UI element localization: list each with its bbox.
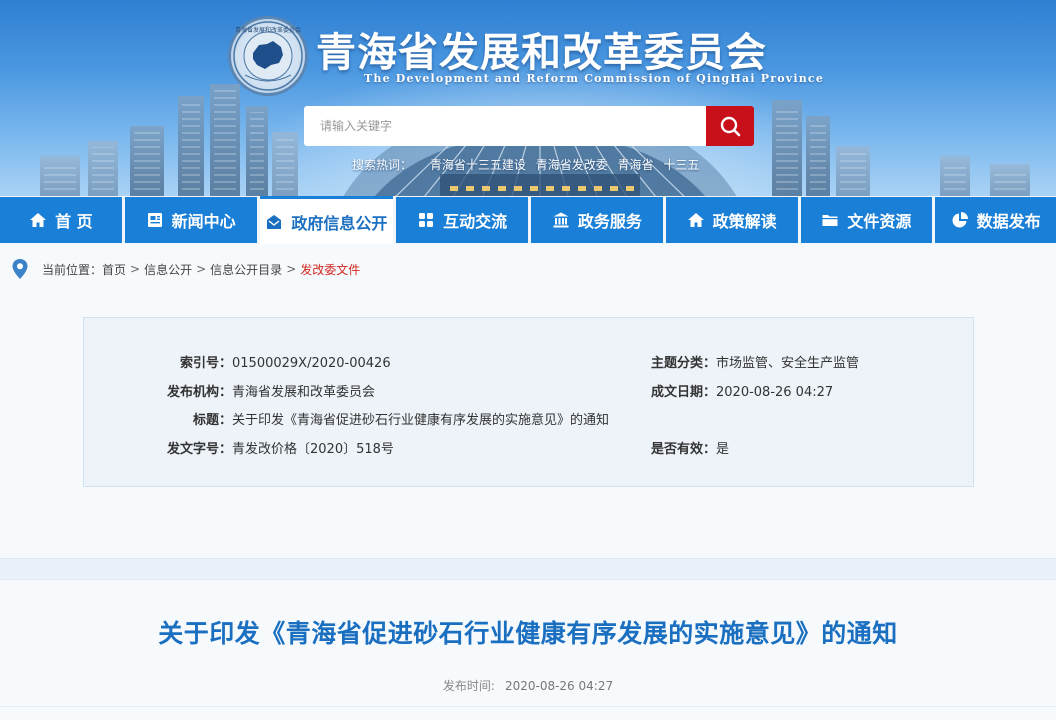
pie-chart-icon [951,211,969,229]
info-key: 发布机构： [166,385,232,400]
bank-icon [552,211,570,229]
breadcrumb-link-catalog[interactable]: 信息公开目录 [210,261,282,278]
info-date: 成文日期：2020-08-26 04:27 [626,381,833,400]
nav-item-label: 政务服务 [577,212,642,231]
search-input[interactable] [304,106,706,146]
folder-icon [821,211,839,229]
nav-item-gov-info[interactable]: 政府信息公开 [259,196,394,244]
nav-item-interaction[interactable]: 互动交流 [396,197,528,243]
nav-item-services[interactable]: 政务服务 [531,197,663,243]
main-nav: 首 页 新闻中心 政府信息公开 互动交流 政务服务 政策解读 文件资源 数据发布 [0,196,1056,244]
hotword-link[interactable]: 青海省十三五建设 [430,158,526,172]
document-info-panel: 索引号：01500029X/2020-00426 主题分类：市场监管、安全生产监… [83,317,974,487]
info-index-no: 索引号：01500029X/2020-00426 [128,352,391,371]
home-icon [29,211,47,229]
info-key: 发文字号： [166,442,232,457]
article-title: 关于印发《青海省促进砂石行业健康有序发展的实施意见》的通知 [158,619,898,648]
info-key: 是否有效： [650,442,716,457]
building [272,132,298,196]
info-value: 01500029X/2020-00426 [232,356,391,371]
nav-item-label: 政府信息公开 [291,213,388,233]
building [836,146,870,196]
info-key: 主题分类： [650,356,716,371]
breadcrumb-separator: > [286,262,297,276]
breadcrumb-link-home[interactable]: 首页 [102,261,126,278]
breadcrumb-separator: > [196,262,207,276]
building [130,126,164,196]
info-title: 标题：关于印发《青海省促进砂石行业健康有序发展的实施意见》的通知 [128,409,609,428]
site-header: 青海省发展和改革委员会 青海省发展和改革委员会 The Development … [0,0,1056,196]
search-icon [720,116,741,137]
building [806,116,830,196]
breadcrumb-current[interactable]: 发改委文件 [300,261,360,278]
breadcrumb-separator: > [130,262,141,276]
nav-item-home[interactable]: 首 页 [0,197,122,243]
logo-ring-text: 青海省发展和改革委员会 [235,26,301,34]
grid-icon [417,211,435,229]
info-doc-no: 发文字号：青发改价格〔2020〕518号 [128,438,394,457]
publish-time: 2020-08-26 04:27 [504,679,614,693]
info-value: 2020-08-26 04:27 [716,385,834,400]
emblem-icon: 青海省发展和改革委员会 [233,21,303,91]
section-divider [0,558,1056,580]
info-value: 青海省发展和改革委员会 [232,385,376,400]
building [210,84,240,196]
hotword-link[interactable]: 十三五 [663,158,699,172]
info-topic: 主题分类：市场监管、安全生产监管 [626,352,859,371]
info-value: 青发改价格〔2020〕518号 [232,442,394,457]
hotwords-label: 搜索热词： [352,158,413,172]
building [940,156,970,196]
hotword-link[interactable]: 青海省发改委 [536,158,608,172]
nav-item-files[interactable]: 文件资源 [800,197,933,243]
nav-item-label: 首 页 [55,212,93,231]
site-title: 青海省发展和改革委员会 [316,29,767,76]
publish-info: 发布时间: 2020-08-26 04:27 [0,677,1056,694]
info-value: 市场监管、安全生产监管 [716,356,860,371]
building [246,106,268,196]
breadcrumb: 当前位置： 首页 > 信息公开 > 信息公开目录 > 发改委文件 [12,258,360,280]
envelope-icon [265,213,283,231]
search-button[interactable] [706,106,754,146]
info-key: 标题： [192,413,232,428]
news-icon [146,211,164,229]
info-valid: 是否有效：是 [626,438,729,457]
nav-item-label: 新闻中心 [171,212,236,231]
hot-search-words: 搜索热词： 青海省十三五建设 青海省发改委 青海省 十三五 [352,156,705,173]
building [40,156,80,196]
building [178,96,204,196]
site-logo[interactable]: 青海省发展和改革委员会 [228,16,308,96]
info-key: 索引号： [179,356,232,371]
home-icon [687,211,705,229]
breadcrumb-link-info[interactable]: 信息公开 [144,261,192,278]
nav-item-news[interactable]: 新闻中心 [124,197,257,243]
nav-item-label: 互动交流 [443,212,508,231]
building [88,141,118,196]
nav-item-label: 政策解读 [712,212,777,231]
nav-item-data[interactable]: 数据发布 [935,197,1056,243]
nav-item-policy[interactable]: 政策解读 [665,197,798,243]
nav-item-label: 文件资源 [847,212,912,231]
divider-line [0,706,1056,707]
location-pin-icon [12,259,28,279]
nav-item-label: 数据发布 [976,212,1041,231]
site-subtitle: The Development and Reform Commission of… [364,72,825,85]
building [990,164,1030,196]
breadcrumb-label: 当前位置： [42,262,103,277]
info-publisher: 发布机构：青海省发展和改革委员会 [128,381,375,400]
hotword-link[interactable]: 青海省 [618,158,654,172]
publish-label: 发布时间: [442,679,495,693]
info-value: 关于印发《青海省促进砂石行业健康有序发展的实施意见》的通知 [232,413,610,428]
info-value: 是 [716,442,730,457]
info-key: 成文日期： [650,385,716,400]
